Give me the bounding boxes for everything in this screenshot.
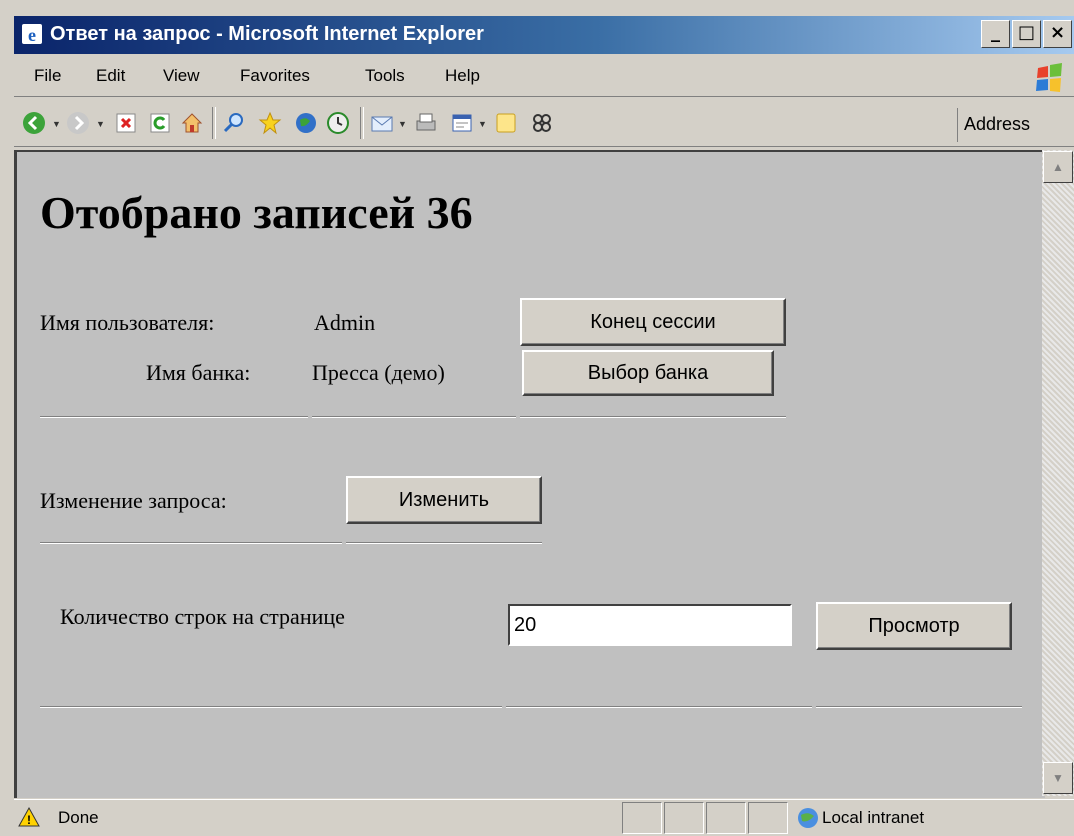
svg-text:!: !	[27, 813, 31, 827]
status-bar: ! Done Local intranet	[14, 799, 1074, 836]
user-name-value: Admin	[314, 310, 376, 335]
vertical-scrollbar[interactable]: ▲ ▼	[1042, 150, 1074, 796]
scroll-up-icon[interactable]: ▲	[1043, 151, 1073, 183]
status-text: Done	[58, 808, 99, 827]
menu-bar: File Edit View Favorites Tools Help	[14, 58, 1074, 97]
forward-dropdown-icon[interactable]: ▼	[96, 119, 105, 129]
scroll-down-icon[interactable]: ▼	[1043, 762, 1073, 794]
favorites-icon[interactable]	[258, 111, 282, 135]
choose-bank-button[interactable]: Выбор банка	[522, 350, 774, 396]
browser-window: e Ответ на запрос - Microsoft Internet E…	[0, 0, 1074, 835]
title-bar: e Ответ на запрос - Microsoft Internet E…	[14, 16, 1074, 54]
toolbar: ▼ ▼ ▼ ▼	[14, 100, 1074, 147]
forward-icon[interactable]	[66, 111, 90, 135]
windows-logo-icon	[1036, 63, 1062, 92]
view-button[interactable]: Просмотр	[816, 602, 1012, 650]
divider	[506, 706, 812, 708]
stop-icon[interactable]	[114, 111, 138, 135]
refresh-icon[interactable]	[148, 111, 172, 135]
menu-favorites[interactable]: Favorites	[240, 66, 310, 86]
home-icon[interactable]	[180, 111, 204, 135]
divider	[40, 542, 342, 544]
status-cell	[622, 802, 662, 834]
security-zone-label: Local intranet	[822, 808, 925, 827]
edit-query-label: Изменение запроса:	[40, 488, 227, 513]
edit-query-button[interactable]: Изменить	[346, 476, 542, 524]
page-title: Отобрано записей 36	[40, 187, 473, 238]
status-cell	[748, 802, 788, 834]
history-icon[interactable]	[326, 111, 350, 135]
back-dropdown-icon[interactable]: ▼	[52, 119, 61, 129]
maximize-button[interactable]: □	[1012, 20, 1041, 48]
edit-dropdown-icon[interactable]: ▼	[478, 119, 487, 129]
search-icon[interactable]	[222, 111, 246, 135]
bank-name-label: Имя банка:	[146, 360, 251, 385]
divider	[40, 706, 502, 708]
divider	[816, 706, 1022, 708]
back-icon[interactable]	[22, 111, 46, 135]
rows-per-page-label: Количество строк на странице	[60, 604, 345, 629]
close-button[interactable]: ×	[1043, 20, 1072, 48]
menu-help[interactable]: Help	[445, 66, 480, 86]
warning-icon: !	[18, 806, 40, 827]
mail-dropdown-icon[interactable]: ▼	[398, 119, 407, 129]
user-name-label: Имя пользователя:	[40, 310, 215, 335]
intranet-zone-icon	[798, 808, 818, 828]
divider	[40, 416, 308, 418]
menu-file[interactable]: File	[34, 66, 61, 86]
media-icon[interactable]	[294, 111, 318, 135]
divider	[520, 416, 786, 418]
discuss-icon[interactable]	[494, 111, 518, 135]
messenger-icon[interactable]	[530, 111, 554, 135]
edit-icon[interactable]	[450, 111, 474, 135]
divider	[312, 416, 516, 418]
menu-tools[interactable]: Tools	[365, 66, 405, 86]
status-cell	[706, 802, 746, 834]
ie-logo-icon: e	[22, 24, 42, 45]
svg-text:e: e	[28, 25, 36, 45]
status-cell	[664, 802, 704, 834]
minimize-button[interactable]: _	[981, 20, 1010, 48]
print-icon[interactable]	[414, 111, 438, 135]
page-content	[14, 150, 1045, 798]
bank-name-value: Пресса (демо)	[312, 360, 445, 385]
menu-view[interactable]: View	[163, 66, 200, 86]
address-bar-label[interactable]: Address	[957, 108, 1066, 142]
window-title: Ответ на запрос - Microsoft Internet Exp…	[50, 23, 484, 45]
divider	[346, 542, 542, 544]
menu-edit[interactable]: Edit	[96, 66, 125, 86]
mail-icon[interactable]	[370, 111, 394, 135]
end-session-button[interactable]: Конец сессии	[520, 298, 786, 346]
rows-per-page-input[interactable]	[508, 604, 792, 646]
